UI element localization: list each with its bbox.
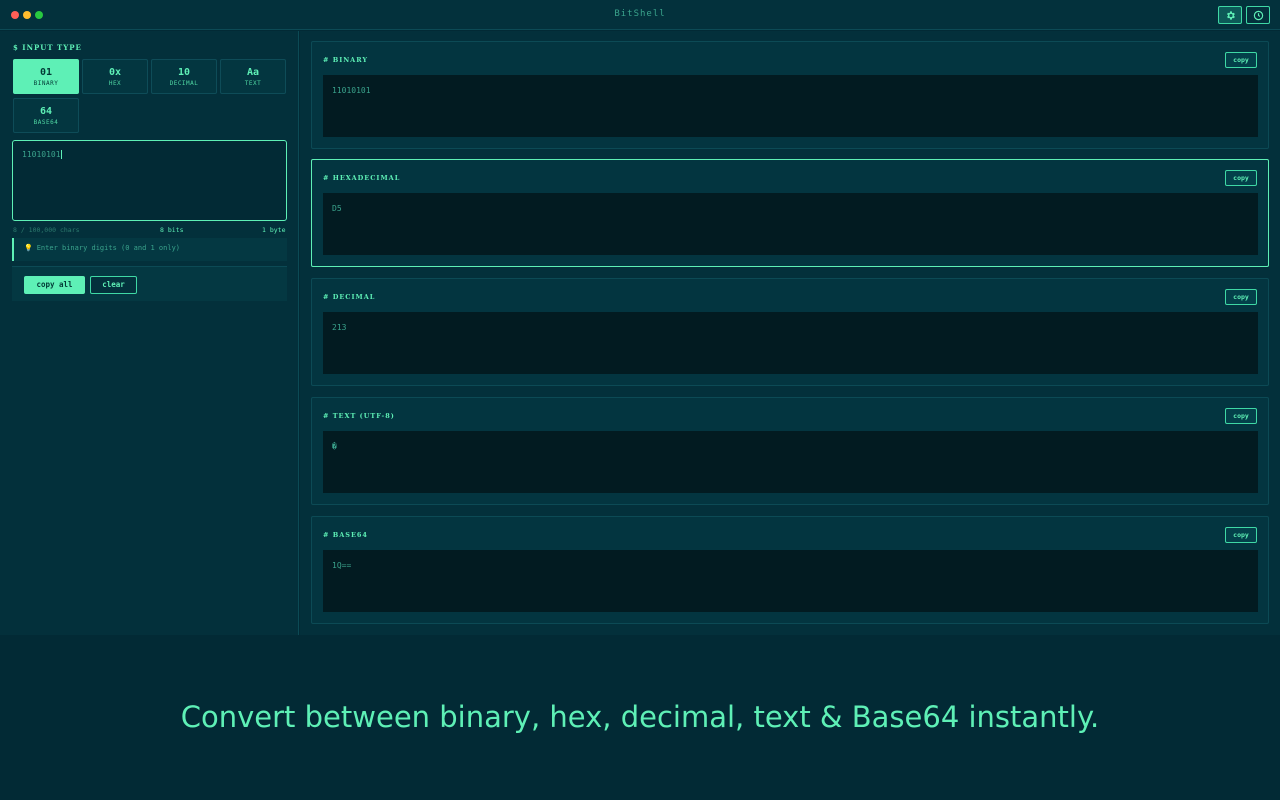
output-title: # HEXADECIMAL: [323, 174, 401, 182]
output-value[interactable]: 213: [323, 312, 1258, 374]
copy-hex-button[interactable]: copy: [1225, 170, 1257, 186]
tagline: Convert between binary, hex, decimal, te…: [180, 700, 1100, 734]
output-value[interactable]: D5: [323, 193, 1258, 255]
output-title: # BINARY: [323, 56, 369, 64]
type-label: BINARY: [33, 80, 59, 87]
settings-button[interactable]: [1218, 6, 1242, 24]
output-title: # TEXT (UTF-8): [323, 412, 395, 420]
type-decimal-button[interactable]: 10 DECIMAL: [151, 59, 217, 94]
type-symbol: 01: [39, 67, 53, 78]
copy-base64-button[interactable]: copy: [1225, 527, 1257, 543]
input-type-label: $ INPUT TYPE: [13, 43, 82, 52]
type-text-button[interactable]: Aa TEXT: [220, 59, 286, 94]
output-card-base64: # BASE64 copy 1Q==: [311, 516, 1269, 624]
output-card-binary: # BINARY copy 11010101: [311, 41, 1269, 149]
type-label: DECIMAL: [169, 80, 199, 87]
output-value[interactable]: �: [323, 431, 1258, 493]
action-bar: copy all clear: [12, 266, 287, 301]
byte-count: 1 byte: [262, 226, 286, 234]
history-button[interactable]: [1246, 6, 1270, 24]
clock-icon: [1253, 10, 1263, 20]
copy-decimal-button[interactable]: copy: [1225, 289, 1257, 305]
output-card-hexadecimal: # HEXADECIMAL copy D5: [311, 159, 1269, 267]
output-card-text: # TEXT (UTF-8) copy �: [311, 397, 1269, 505]
input-textarea[interactable]: 11010101: [12, 140, 287, 221]
type-symbol: 0x: [108, 67, 122, 78]
type-label: BASE64: [33, 119, 59, 126]
char-count: 8 / 100,000 chars: [13, 226, 80, 234]
text-caret: [60, 150, 62, 159]
app-title: BitShell: [614, 9, 666, 19]
type-symbol: Aa: [246, 67, 260, 78]
output-title: # BASE64: [323, 531, 368, 539]
input-sidebar: $ INPUT TYPE 01 BINARY 0x HEX 10 DECIMAL…: [0, 31, 299, 635]
output-panel: # BINARY copy 11010101 # HEXADECIMAL cop…: [300, 31, 1280, 635]
bit-count: 8 bits: [160, 226, 184, 234]
output-card-decimal: # DECIMAL copy 213: [311, 278, 1269, 386]
input-hint: 💡 Enter binary digits (0 and 1 only): [12, 238, 287, 261]
copy-all-button[interactable]: copy all: [24, 276, 85, 294]
copy-text-button[interactable]: copy: [1225, 408, 1257, 424]
type-base64-button[interactable]: 64 BASE64: [13, 98, 79, 133]
type-label: HEX: [108, 80, 122, 87]
type-symbol: 10: [177, 67, 191, 78]
type-symbol: 64: [39, 106, 53, 117]
type-hex-button[interactable]: 0x HEX: [82, 59, 148, 94]
gear-icon: [1226, 10, 1235, 20]
lightbulb-icon: 💡: [24, 244, 33, 252]
output-value[interactable]: 11010101: [323, 75, 1258, 137]
type-label: TEXT: [244, 80, 262, 87]
title-bar: BitShell: [0, 0, 1280, 30]
hint-text: Enter binary digits (0 and 1 only): [36, 244, 181, 252]
output-title: # DECIMAL: [323, 293, 376, 301]
input-value: 11010101: [22, 150, 61, 159]
type-binary-button[interactable]: 01 BINARY: [13, 59, 79, 94]
clear-button[interactable]: clear: [90, 276, 137, 294]
output-value[interactable]: 1Q==: [323, 550, 1258, 612]
copy-binary-button[interactable]: copy: [1225, 52, 1257, 68]
